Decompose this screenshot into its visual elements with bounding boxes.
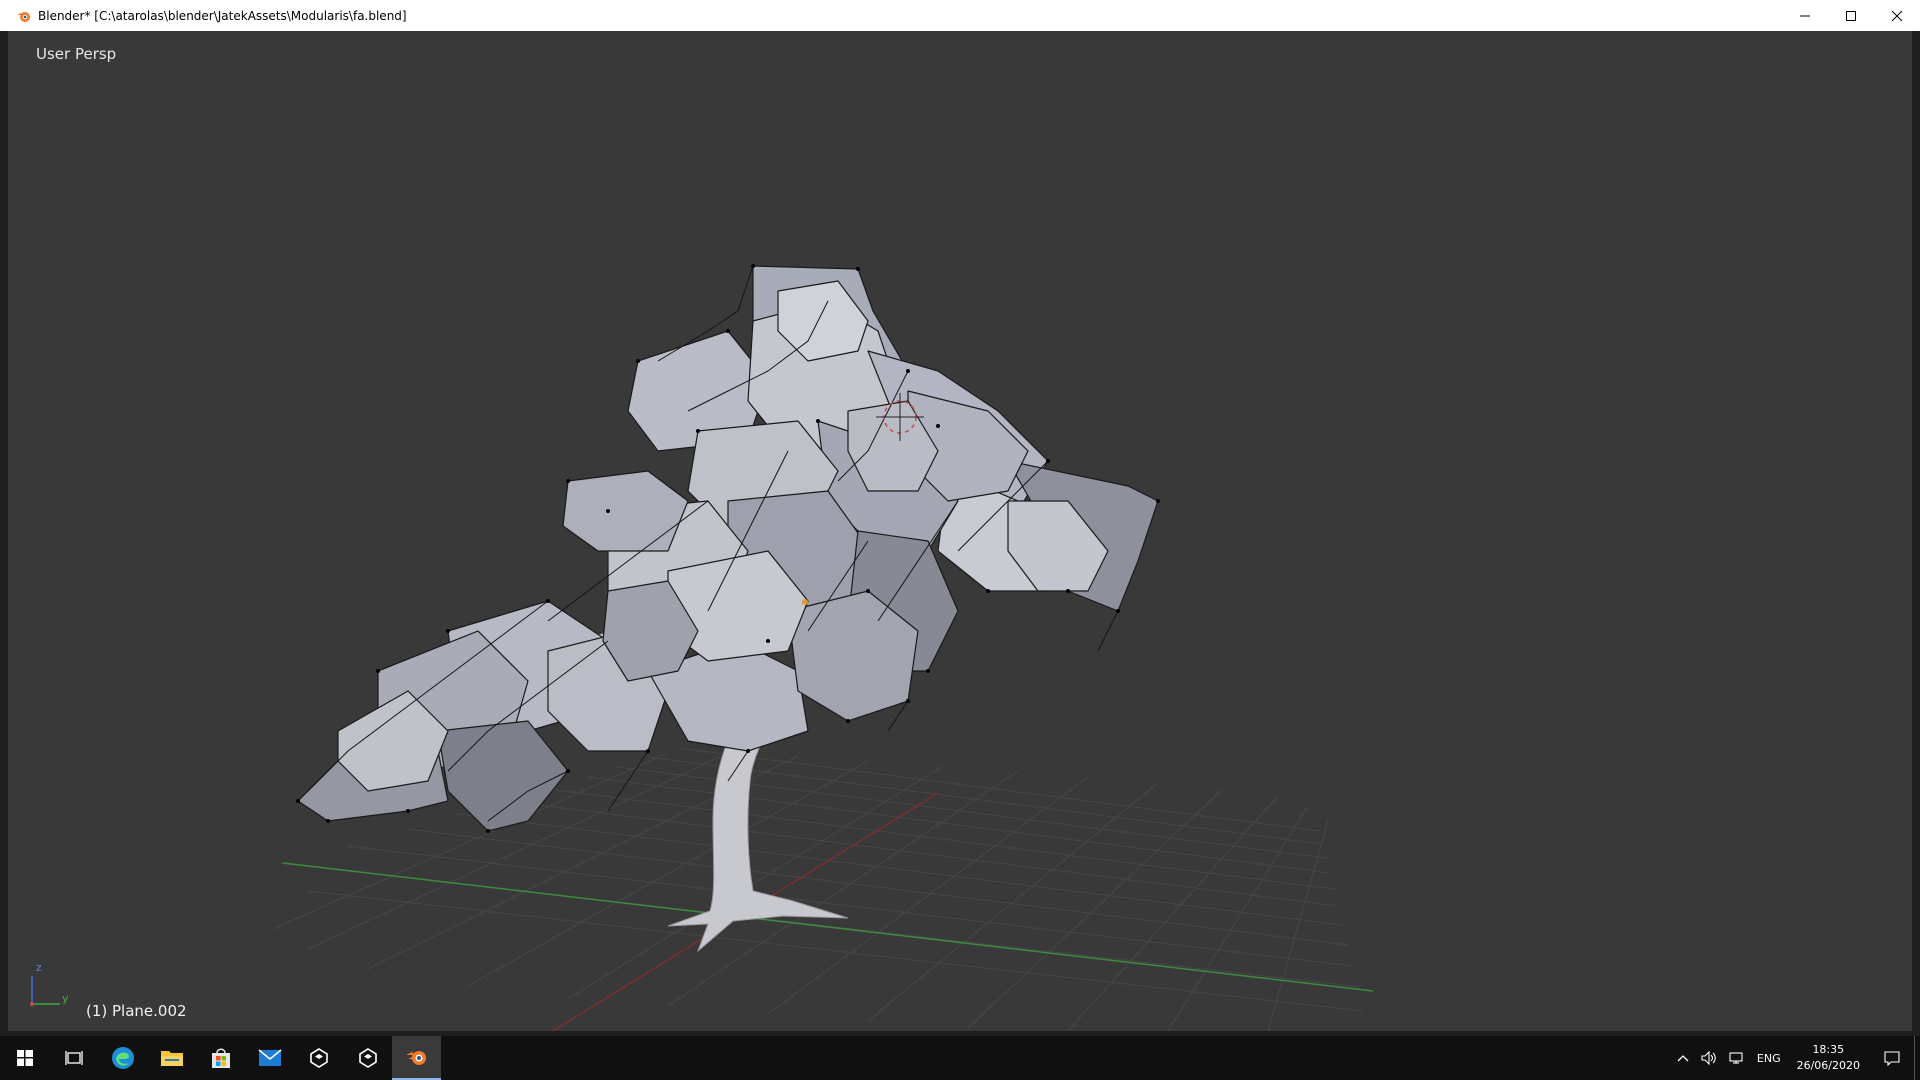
right-region-edge [1912, 31, 1920, 1031]
task-view-button[interactable] [49, 1036, 98, 1080]
clock-time: 18:35 [1812, 1043, 1845, 1056]
maximize-icon [1846, 10, 1856, 21]
window-titlebar: Blender* [C:\atarolas\blender\JatekAsset… [0, 0, 1920, 32]
window-controls [1782, 0, 1920, 31]
task-view-icon [64, 1051, 83, 1065]
taskbar-file-explorer[interactable] [147, 1036, 196, 1080]
volume-button[interactable] [1695, 1051, 1723, 1065]
tree-canopy [297, 265, 1159, 832]
notification-icon [1884, 1051, 1900, 1066]
object-origin [802, 599, 808, 605]
axis-z-label: z [36, 961, 42, 974]
left-region-edge [0, 31, 8, 1031]
clock-button[interactable]: 18:35 26/06/2020 [1787, 1042, 1870, 1074]
show-desktop-button[interactable] [1914, 1036, 1920, 1080]
blender-icon [17, 11, 30, 22]
y-axis-line [282, 862, 1374, 992]
windows-taskbar: ENG 18:35 26/06/2020 [0, 1036, 1920, 1080]
network-button[interactable] [1723, 1051, 1751, 1065]
start-button[interactable] [0, 1036, 49, 1080]
window-title: Blender* [C:\atarolas\blender\JatekAsset… [38, 8, 407, 23]
axis-y-label: y [62, 992, 69, 1005]
active-object-label: (1) Plane.002 [86, 1002, 187, 1020]
maximize-button[interactable] [1828, 0, 1874, 31]
taskbar-store[interactable] [196, 1036, 245, 1080]
3d-viewport[interactable]: User Persp z y (1) Plane.002 [8, 31, 1912, 1031]
mail-icon [258, 1049, 281, 1066]
folder-icon [160, 1051, 183, 1066]
windows-logo-icon [16, 1050, 33, 1066]
input-language-button[interactable]: ENG [1751, 1052, 1787, 1065]
taskbar-edge[interactable] [98, 1036, 147, 1080]
axis-gizmo [30, 976, 60, 1006]
minimize-button[interactable] [1782, 0, 1828, 31]
unity-icon [358, 1048, 377, 1068]
blender-icon [405, 1051, 426, 1065]
close-icon [1891, 10, 1903, 21]
taskbar-unity-1[interactable] [294, 1036, 343, 1080]
scene-render [30, 264, 1374, 1031]
system-tray: ENG 18:35 26/06/2020 [1671, 1036, 1920, 1080]
unity-icon [309, 1048, 328, 1068]
taskbar-blender[interactable] [392, 1036, 441, 1080]
view-label: User Persp [36, 45, 117, 63]
taskbar-unity-2[interactable] [343, 1036, 392, 1080]
network-icon [1729, 1052, 1743, 1064]
action-center-button[interactable] [1870, 1050, 1914, 1066]
taskbar-mail[interactable] [245, 1036, 294, 1080]
close-button[interactable] [1874, 0, 1920, 31]
speaker-icon [1701, 1051, 1716, 1065]
store-bag-icon [211, 1048, 230, 1068]
minimize-icon [1800, 15, 1810, 16]
edge-browser-icon [111, 1047, 134, 1069]
chevron-up-icon [1677, 1055, 1689, 1062]
clock-date: 26/06/2020 [1796, 1059, 1860, 1072]
show-hidden-icons-button[interactable] [1671, 1053, 1695, 1063]
